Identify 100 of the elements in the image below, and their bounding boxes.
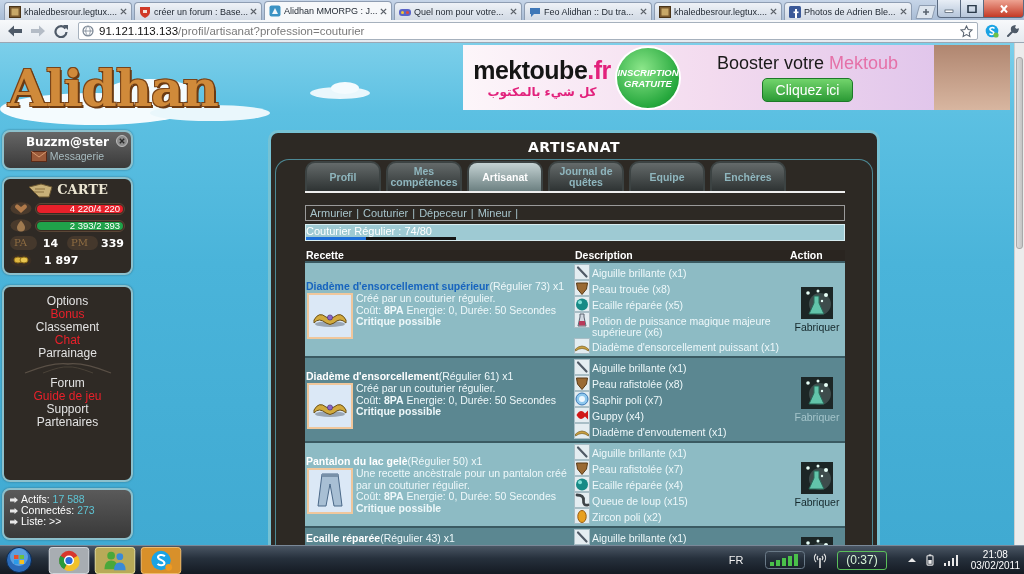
diadem-icon <box>574 423 590 439</box>
ingredient-text: Guppy (x4) <box>592 409 644 422</box>
clock-time[interactable]: 21:08 <box>982 549 1008 560</box>
ingredient-text: Peau trouée (x8) <box>592 282 671 295</box>
close-button[interactable] <box>984 0 1024 18</box>
battery-timer[interactable]: (0:37) <box>837 550 887 570</box>
needle-icon <box>574 359 590 375</box>
round-badge-icon[interactable] <box>985 24 999 38</box>
profession-link[interactable]: Armurier <box>310 207 353 219</box>
start-button[interactable] <box>4 546 34 574</box>
ingredient-text: Diadème d'ensorcellement puissant (x1) <box>592 340 779 353</box>
menu-link[interactable]: Partenaires <box>36 416 99 429</box>
needle-icon <box>574 264 590 280</box>
new-tab-icon[interactable] <box>915 5 937 19</box>
profession-link[interactable]: Dépeceur <box>419 207 467 219</box>
ad-tagline: كل شيء بالمكتوب <box>487 83 597 100</box>
profession-link[interactable]: Couturier <box>363 207 409 219</box>
bullet-icon <box>10 518 18 525</box>
recipe-description: Une recette ancèstrale pour un pantalon créé par un couturier régulier. <box>356 468 568 491</box>
close-icon[interactable] <box>380 7 387 15</box>
recipe-grade: (Régulier 43) x1 <box>380 531 455 544</box>
ingredient-text: Zircon poli (x2) <box>592 510 662 523</box>
clock-date[interactable]: 03/02/2011 <box>970 560 1020 571</box>
column-header: Action <box>789 250 823 261</box>
profile-tab[interactable]: Equipe <box>629 161 705 191</box>
browser-icon[interactable] <box>48 546 90 574</box>
recipe-cost: Coût: 8PA Energie: 0, Durée: 50 Secondes <box>356 491 558 503</box>
menu-link[interactable]: Support <box>46 403 89 416</box>
maximize-icon <box>967 4 977 13</box>
needle-icon <box>574 529 590 545</box>
close-icon[interactable] <box>250 8 257 15</box>
square-icon <box>789 5 801 18</box>
map-icon[interactable] <box>27 182 54 198</box>
profile-tab[interactable]: Mes compétences <box>386 161 462 191</box>
close-icon[interactable] <box>120 8 127 15</box>
menu-link[interactable]: Classement <box>35 321 100 334</box>
recipe-grade: (Régulier 73) x1 <box>489 280 565 292</box>
battery-icon[interactable] <box>924 554 935 566</box>
ingredient-text: Queue de loup (x15) <box>592 494 688 507</box>
browser-tab[interactable]: khaledbesrour.legtux.... <box>4 2 132 20</box>
browser-tab[interactable]: Photos de Adrien Ble... <box>784 2 912 20</box>
profile-tab[interactable]: Journal de quêtes <box>548 161 624 191</box>
close-icon[interactable] <box>770 8 777 15</box>
separator-text: | <box>470 207 474 219</box>
browser-tab[interactable]: créer un forum : Base... <box>134 2 262 20</box>
flask-icon <box>801 286 833 319</box>
browser-tab[interactable]: Quel nom pour votre... <box>394 2 522 20</box>
ingredient-text: Aiguille brillante (x1) <box>592 446 687 459</box>
ingredient-text: Ecaille réparée (x5) <box>592 298 684 311</box>
player-name: Buzzm@ster <box>25 135 110 150</box>
browser-tab[interactable]: khaledbesrour.legtux.... <box>654 2 782 20</box>
reload-icon[interactable] <box>53 24 69 38</box>
profile-tab[interactable]: Enchères <box>710 161 786 191</box>
card-title[interactable]: CARTE <box>57 182 108 198</box>
fabricate-button[interactable]: Fabriquer <box>794 286 840 333</box>
fabricate-button[interactable]: Fabriquer <box>794 461 840 508</box>
star-icon[interactable] <box>960 24 973 38</box>
leather-icon <box>574 375 590 391</box>
chat-icon[interactable] <box>140 546 182 574</box>
language-indicator[interactable]: FR <box>728 554 744 566</box>
signal-bars-icon[interactable] <box>942 554 959 566</box>
close-icon <box>998 4 1009 13</box>
close-icon[interactable] <box>640 8 647 15</box>
close-icon[interactable] <box>510 8 517 15</box>
scrollbar-track[interactable] <box>1014 43 1024 545</box>
close-icon[interactable] <box>900 8 907 15</box>
meter-reading: 4 220/4 220 <box>69 204 121 213</box>
menu-link[interactable]: Forum <box>50 377 85 390</box>
ingredient-text: Peau rafistolée (x7) <box>592 462 684 475</box>
wrench-icon[interactable] <box>1006 24 1020 38</box>
image-icon <box>9 5 21 18</box>
antenna-icon[interactable] <box>813 552 828 568</box>
diadem-icon <box>307 293 353 339</box>
browser-tab[interactable]: Feo Alidhan :: Du tra... <box>524 2 652 20</box>
address-field[interactable]: 91.121.113.133/profil/artisanat?profession=couturier <box>78 22 978 40</box>
people-icon[interactable] <box>94 546 136 574</box>
stat-value: 14 <box>41 236 59 250</box>
ingredient-text: Ecaille réparée (x4) <box>592 478 684 491</box>
envelope-icon <box>30 151 47 162</box>
profile-tab[interactable]: Profil <box>305 161 381 191</box>
panel-title: ARTISANAT <box>527 138 621 157</box>
diadem-icon <box>307 383 353 429</box>
orb-icon <box>574 476 590 492</box>
menu-link[interactable]: Options <box>46 295 89 308</box>
recipe-note: Critique possible <box>356 502 442 514</box>
maximize-button[interactable] <box>961 0 984 18</box>
stat-label: PA <box>10 236 38 250</box>
stat-label[interactable]: Liste: >> <box>21 516 62 527</box>
messages-link[interactable]: Messagerie <box>30 150 105 163</box>
scrollbar-thumb[interactable] <box>1016 57 1023 249</box>
browser-tab[interactable]: Alidhan MMORPG : J... <box>264 1 392 20</box>
menu-link[interactable]: Parrainage <box>38 347 97 360</box>
profession-link[interactable]: Mineur <box>477 207 512 219</box>
signal-meter-icon[interactable] <box>765 551 806 569</box>
back-icon[interactable] <box>7 24 23 38</box>
ingredient-text: Saphir poli (x7) <box>592 393 663 406</box>
bubble-icon <box>529 5 541 18</box>
drop-icon <box>10 219 32 232</box>
stat-label: Actifs: <box>21 494 50 505</box>
minimize-button[interactable] <box>937 0 961 18</box>
